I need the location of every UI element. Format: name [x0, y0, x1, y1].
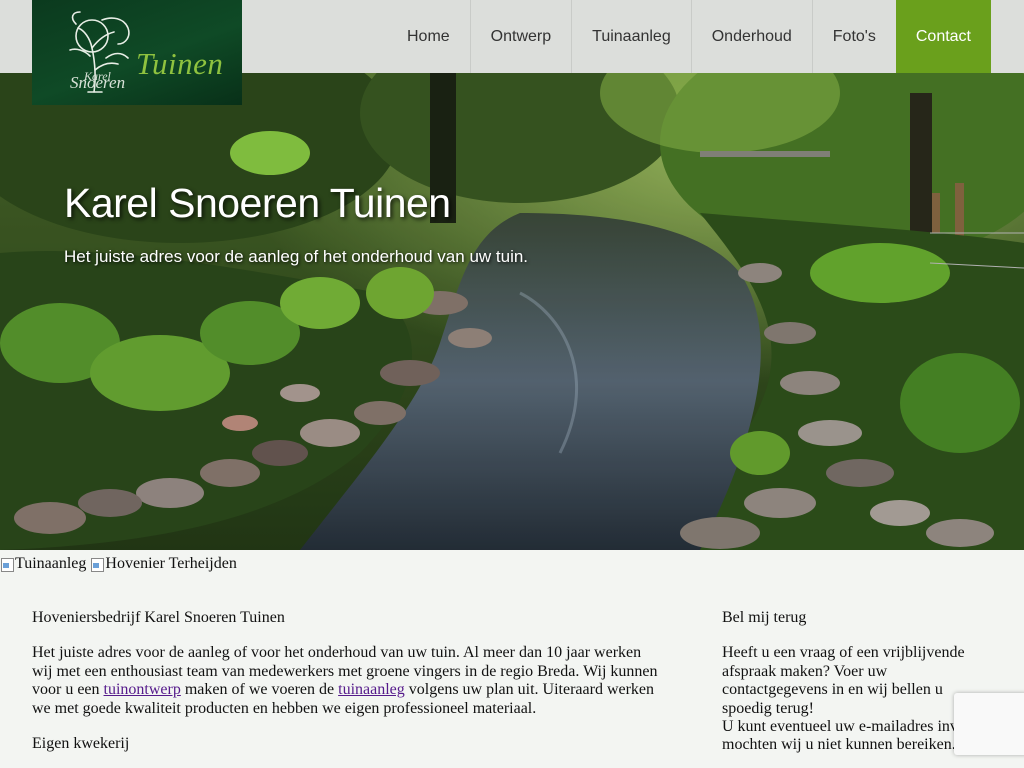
recaptcha-badge[interactable] — [954, 693, 1024, 755]
nav-contact[interactable]: Contact — [895, 0, 991, 73]
subheading-kwekerij: Eigen kwekerij — [32, 735, 130, 753]
nav-onderhoud[interactable]: Onderhoud — [690, 0, 812, 73]
callback-text: Heeft u een vraag of een vrijblijvende a… — [722, 644, 965, 717]
hero-title: Karel Snoeren Tuinen — [64, 180, 451, 226]
site-logo[interactable]: Tuinen Karel Snoeren — [32, 0, 242, 105]
link-tuinontwerp[interactable]: tuinontwerp — [104, 681, 181, 698]
image-tuinaanleg: Tuinaanleg — [0, 555, 86, 573]
nav-ontwerp[interactable]: Ontwerp — [469, 0, 571, 73]
broken-image-row: Tuinaanleg Hovenier Terheijden — [0, 555, 237, 573]
image-alt-text: Hovenier Terheijden — [105, 555, 237, 572]
broken-image-icon — [0, 556, 14, 572]
callback-sidebar: Bel mij terug Heeft u een vraag of een v… — [722, 609, 992, 755]
link-tuinaanleg[interactable]: tuinaanleg — [338, 681, 405, 698]
image-hovenier-terheijden: Hovenier Terheijden — [90, 555, 237, 573]
hero-banner: Karel Snoeren Tuinen Het juiste adres vo… — [0, 73, 1024, 550]
hero-subtitle: Het juiste adres voor de aanleg of het o… — [64, 247, 529, 266]
callback-heading: Bel mij terug — [722, 609, 807, 626]
nav-fotos[interactable]: Foto's — [811, 0, 896, 73]
garden-pond-photo — [0, 73, 1024, 550]
logo-snoeren: Snoeren — [70, 73, 126, 92]
broken-image-icon — [90, 556, 105, 572]
nav-tuinaanleg[interactable]: Tuinaanleg — [571, 0, 691, 73]
main-heading: Hoveniersbedrijf Karel Snoeren Tuinen — [32, 609, 285, 626]
main-nav: Home Ontwerp Tuinaanleg Onderhoud Foto's… — [387, 0, 991, 73]
main-content: Hoveniersbedrijf Karel Snoeren Tuinen He… — [32, 609, 662, 768]
intro-paragraph: Het juiste adres voor de aanleg of voor … — [32, 644, 658, 717]
logo-word: Tuinen — [136, 46, 224, 81]
nav-home[interactable]: Home — [387, 0, 470, 73]
image-alt-text: Tuinaanleg — [15, 555, 87, 572]
callback-email-note: U kunt eventueel uw e-mailadres invullen… — [722, 718, 990, 754]
